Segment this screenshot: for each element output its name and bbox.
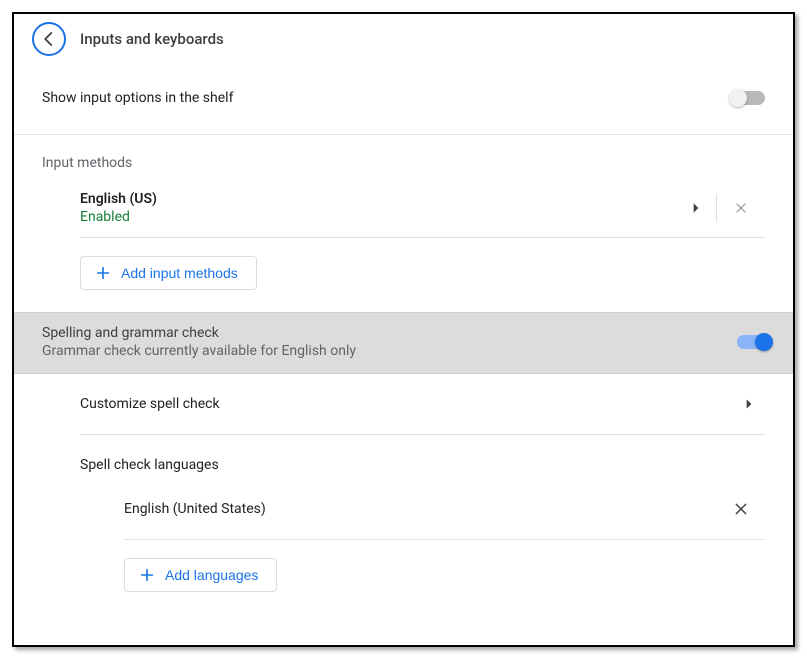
input-method-text: English (US) Enabled	[80, 191, 676, 225]
add-languages-label: Add languages	[165, 567, 258, 583]
plus-icon	[95, 265, 111, 281]
spelling-grammar-row: Spelling and grammar check Grammar check…	[14, 312, 793, 374]
remove-input-method-button[interactable]	[717, 201, 765, 215]
input-method-status: Enabled	[80, 209, 676, 225]
remove-spell-check-language-button[interactable]	[723, 501, 759, 517]
spelling-grammar-toggle[interactable]	[737, 335, 771, 349]
back-button[interactable]	[32, 22, 66, 56]
customize-spell-check-row[interactable]: Customize spell check	[80, 374, 765, 435]
input-method-name: English (US)	[80, 191, 676, 207]
spell-check-language-row: English (United States)	[124, 479, 765, 540]
spelling-grammar-title: Spelling and grammar check	[42, 325, 356, 341]
customize-spell-check-label: Customize spell check	[80, 396, 220, 412]
add-input-methods-label: Add input methods	[121, 265, 238, 281]
plus-icon	[139, 567, 155, 583]
add-languages-button[interactable]: Add languages	[124, 558, 277, 592]
settings-page: Inputs and keyboards Show input options …	[12, 12, 795, 647]
chevron-right-icon	[742, 397, 756, 411]
show-input-in-shelf-label: Show input options in the shelf	[42, 90, 233, 106]
show-input-in-shelf-row: Show input options in the shelf	[14, 60, 793, 134]
page-title: Inputs and keyboards	[80, 30, 224, 48]
chevron-right-icon	[689, 201, 703, 215]
close-icon	[733, 501, 749, 517]
input-method-details-button[interactable]	[676, 201, 716, 215]
add-input-methods-button[interactable]: Add input methods	[80, 256, 257, 290]
customize-spell-check-chevron	[739, 397, 759, 411]
input-methods-heading: Input methods	[14, 135, 793, 175]
close-icon	[734, 201, 748, 215]
input-method-row: English (US) Enabled	[80, 185, 765, 238]
show-input-in-shelf-toggle[interactable]	[731, 91, 765, 105]
arrow-left-icon	[40, 30, 58, 48]
page-header: Inputs and keyboards	[14, 14, 793, 60]
spelling-grammar-subtitle: Grammar check currently available for En…	[42, 343, 356, 359]
spelling-grammar-text: Spelling and grammar check Grammar check…	[42, 325, 356, 359]
spell-check-language-name: English (United States)	[124, 501, 266, 517]
spell-check-languages-heading: Spell check languages	[80, 435, 765, 479]
